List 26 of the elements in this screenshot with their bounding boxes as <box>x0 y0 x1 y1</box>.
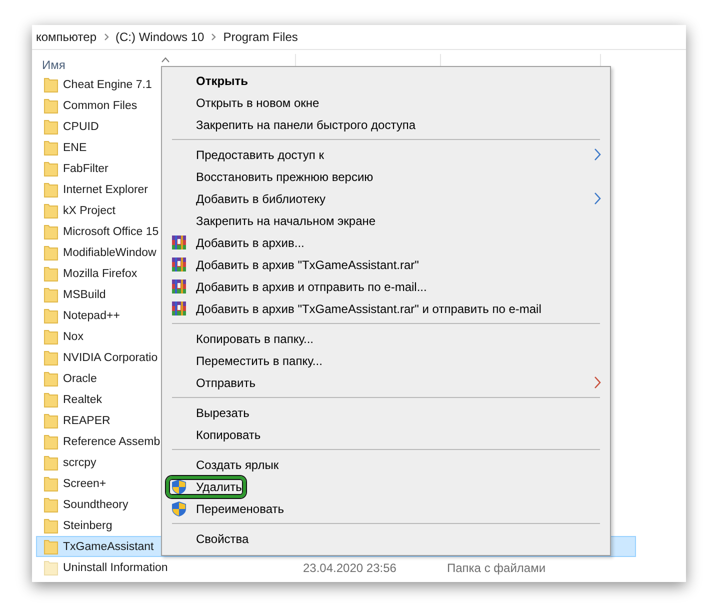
file-name: Mozilla Firefox <box>63 268 138 280</box>
file-name: REAPER <box>63 414 110 426</box>
file-name: FabFilter <box>63 162 108 174</box>
file-name: Reference Assemb <box>63 436 160 448</box>
file-name: Soundtheory <box>63 498 128 510</box>
file-name: Notepad++ <box>63 310 120 322</box>
file-name: Realtek <box>63 394 102 406</box>
file-name: MSBuild <box>63 288 106 300</box>
file-name: CPUID <box>63 120 99 132</box>
file-name: Uninstall Information <box>63 562 168 574</box>
file-name: ModifiableWindow <box>63 246 156 258</box>
file-name: Internet Explorer <box>63 184 148 196</box>
file-name: TxGameAssistant <box>63 540 154 552</box>
file-name: scrcpy <box>63 456 96 468</box>
file-name: Nox <box>63 330 84 342</box>
file-name: ENE <box>63 142 87 154</box>
file-name: Oracle <box>63 372 97 384</box>
file-name: Screen+ <box>63 478 106 490</box>
file-name: kX Project <box>63 204 116 216</box>
file-type: Папка с файлами <box>447 560 546 574</box>
file-name: Common Files <box>63 100 138 112</box>
file-name: Steinberg <box>63 520 112 532</box>
file-name: NVIDIA Corporatio <box>63 352 158 364</box>
file-name: Cheat Engine 7.1 <box>63 78 152 90</box>
file-date: 23.04.2020 23:56 <box>303 560 396 574</box>
file-name: Microsoft Office 15 <box>63 226 159 238</box>
